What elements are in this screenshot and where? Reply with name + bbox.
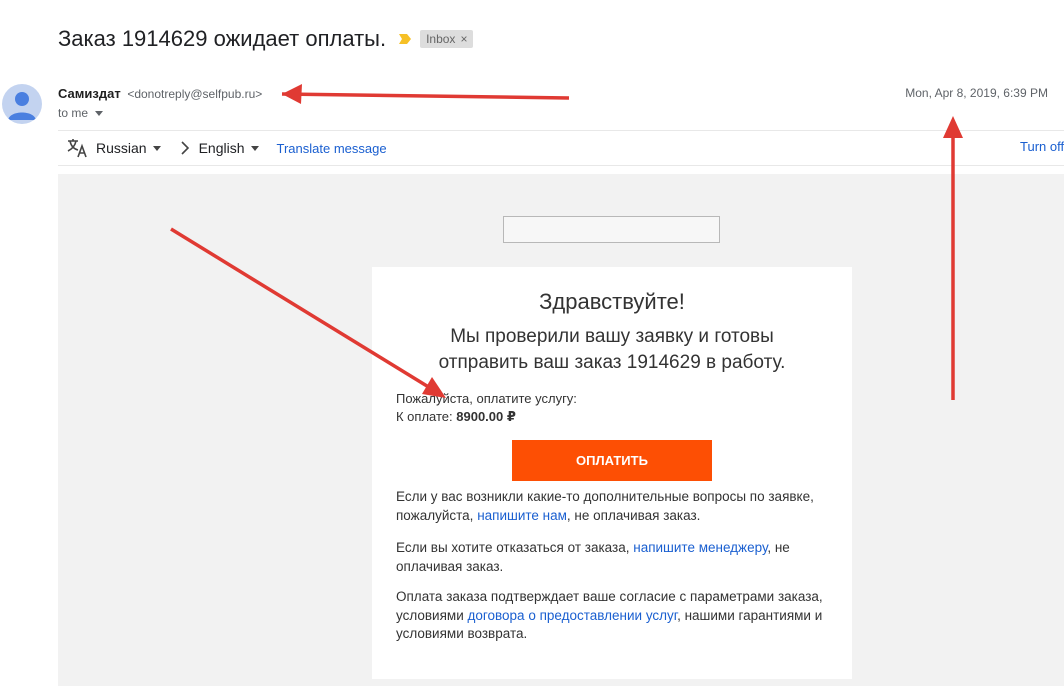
write-manager-link[interactable]: напишите менеджеру — [633, 540, 767, 555]
email-card: Здравствуйте! Мы проверили вашу заявку и… — [372, 267, 852, 679]
chevron-right-icon — [181, 141, 189, 155]
source-language-label: Russian — [96, 140, 147, 156]
importance-marker-icon[interactable] — [398, 33, 412, 45]
sender-email: <donotreply@selfpub.ru> — [127, 87, 263, 101]
service-agreement-link[interactable]: договора о предоставлении услуг — [468, 608, 678, 623]
lead-text: Мы проверили вашу заявку и готовы отправ… — [438, 326, 786, 373]
avatar-person-icon — [8, 92, 36, 120]
questions-text-end: , не оплачивая заказ. — [566, 507, 701, 523]
target-language-select[interactable]: English — [199, 140, 259, 156]
greeting-heading: Здравствуйте! — [539, 289, 685, 314]
subject-row: Заказ 1914629 ожидает оплаты. Inbox × — [58, 26, 474, 52]
sender-name[interactable]: Самиздат — [58, 86, 121, 101]
sender-avatar[interactable] — [2, 84, 42, 124]
caret-down-icon — [250, 145, 259, 151]
caret-down-icon[interactable] — [95, 110, 104, 116]
cancel-text: Если вы хотите отказаться от заказа, — [396, 540, 630, 555]
pay-request-text: Пожалуйста, оплатите услугу: — [396, 391, 577, 406]
inbox-label-text: Inbox — [426, 32, 456, 46]
to-pay-label: К оплате: — [396, 409, 453, 424]
email-subject: Заказ 1914629 ожидает оплаты. — [58, 26, 387, 51]
email-date: Mon, Apr 8, 2019, 6:39 PM — [905, 86, 1048, 100]
payment-info: Пожалуйста, оплатите услугу: К оплате: 8… — [396, 390, 577, 426]
translate-icon — [67, 139, 87, 158]
cancel-paragraph: Если вы хотите отказаться от заказа, нап… — [396, 539, 832, 576]
pay-button[interactable]: ОПЛАТИТЬ — [512, 440, 712, 481]
remove-label-icon[interactable]: × — [460, 32, 467, 46]
to-pay-amount: 8900.00 ₽ — [456, 409, 516, 424]
recipient-toggle[interactable]: to me — [58, 106, 104, 120]
translate-message-link[interactable]: Translate message — [277, 141, 387, 156]
questions-paragraph: Если у вас возникли какие-то дополнитель… — [396, 488, 832, 525]
inbox-label-chip[interactable]: Inbox × — [420, 30, 474, 48]
sender-line: Самиздат <donotreply@selfpub.ru> — [58, 86, 262, 101]
caret-down-icon — [152, 145, 161, 151]
amount-line: К оплате: 8900.00 ₽ — [396, 408, 577, 426]
broken-logo-image — [503, 216, 720, 243]
write-us-link[interactable]: напишите нам — [477, 508, 567, 523]
turn-off-translation-link[interactable]: Turn off — [1020, 139, 1064, 154]
arrow-head — [282, 84, 302, 104]
recipient-text: to me — [58, 106, 89, 120]
source-language-select[interactable]: Russian — [96, 140, 161, 156]
translate-bar: Russian English Translate message Turn o… — [58, 130, 1064, 166]
terms-paragraph: Оплата заказа подтверждает ваше согласие… — [396, 588, 832, 644]
target-language-label: English — [198, 140, 245, 156]
arrow-to-sender — [281, 92, 570, 100]
